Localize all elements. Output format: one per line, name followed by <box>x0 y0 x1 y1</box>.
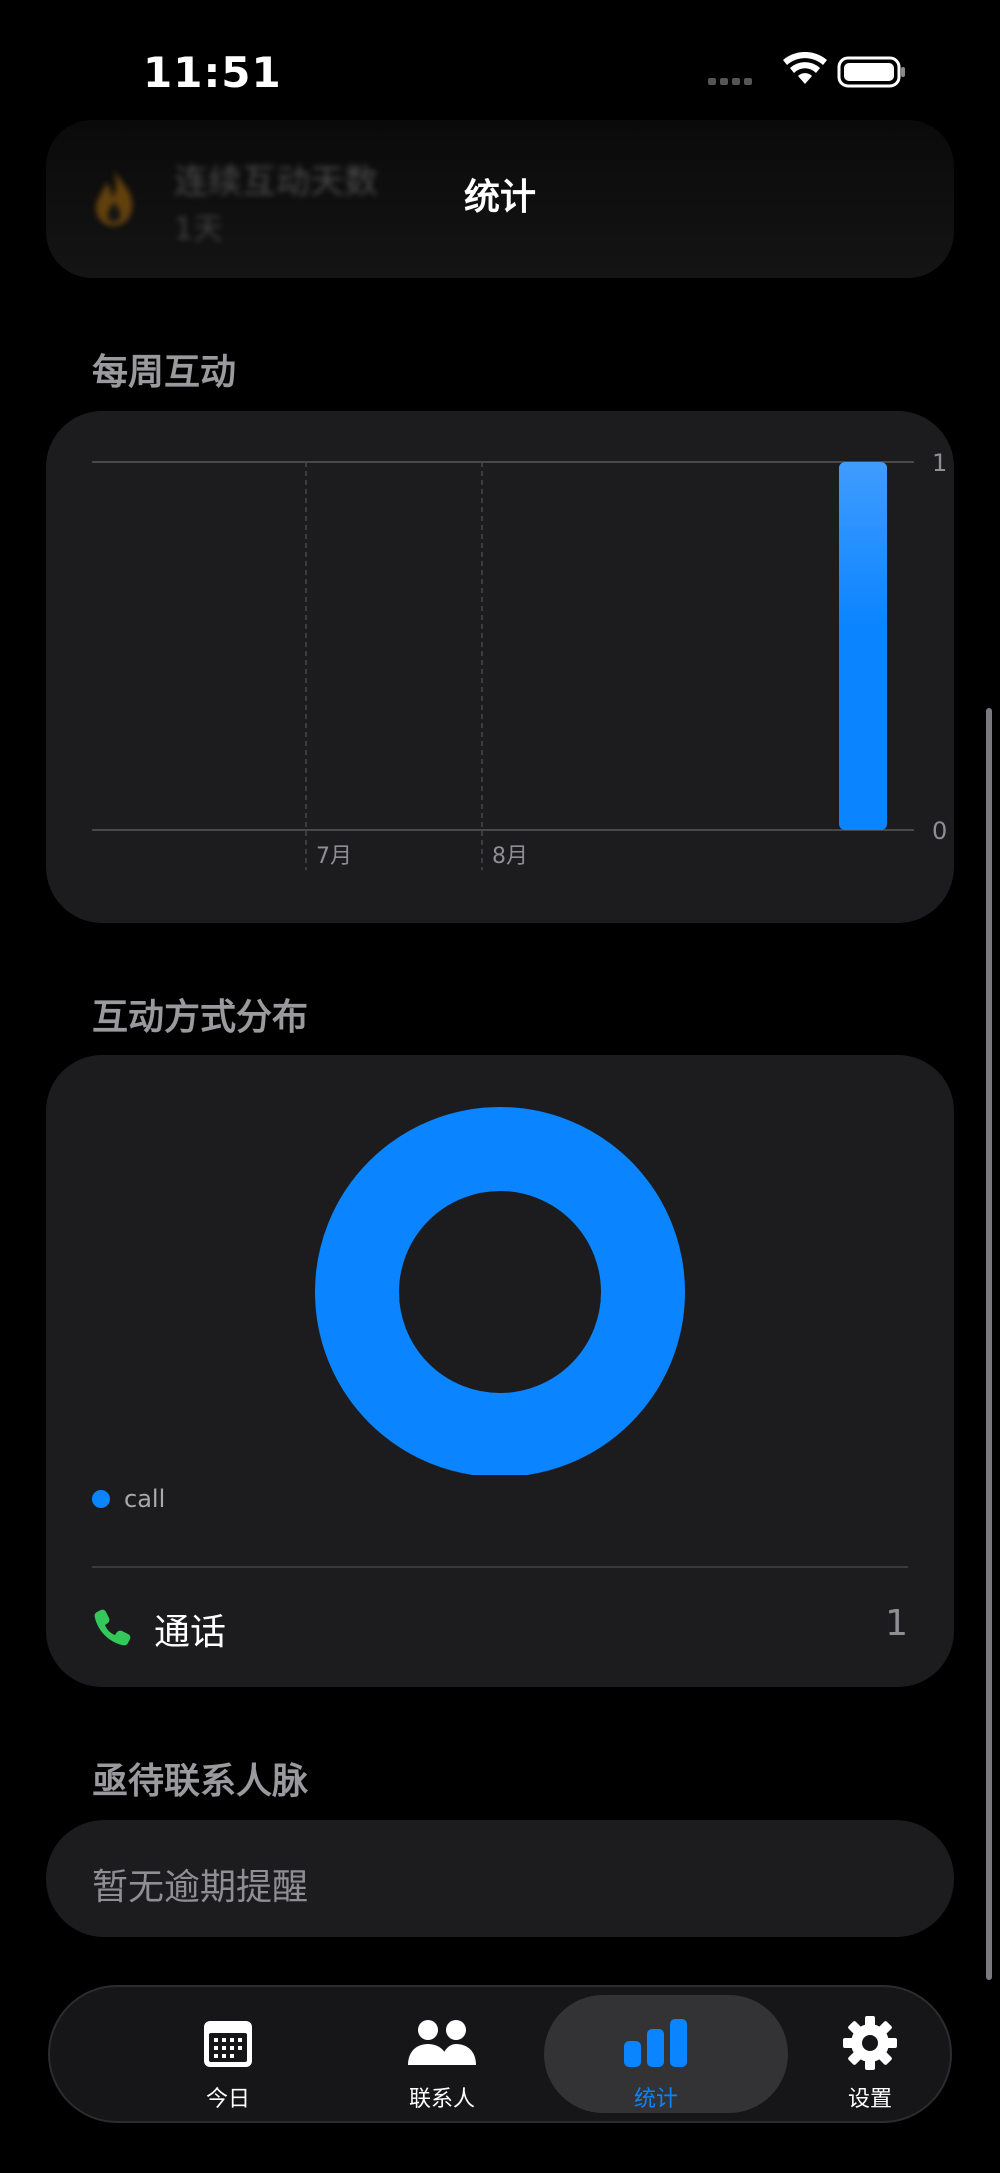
tab-stats[interactable]: 统计 <box>544 1987 788 2121</box>
page-title: 统计 <box>463 177 536 218</box>
interaction-type-count: 1 <box>885 1603 908 1644</box>
donut-slice <box>315 1107 685 1475</box>
tab-today-label: 今日 <box>205 2087 250 2112</box>
scrollbar[interactable] <box>986 708 992 1980</box>
chart-legend: call <box>92 1485 165 1513</box>
status-time: 11:51 <box>143 48 282 97</box>
legend-dot <box>92 1490 110 1508</box>
calendar-icon <box>204 2021 252 2067</box>
divider <box>92 1566 908 1568</box>
gear-icon <box>843 2016 897 2070</box>
overdue-section-title: 亟待联系人脉 <box>92 1761 309 1802</box>
tab-today[interactable]: 今日 <box>118 1987 338 2121</box>
wifi-icon <box>783 52 827 84</box>
overdue-card: 暂无逾期提醒 <box>46 1820 954 1937</box>
weekly-chart-card: 7月 8月 1 0 <box>46 411 954 923</box>
y-tick-label: 0 <box>932 817 947 845</box>
tab-settings-label: 设置 <box>847 2087 892 2112</box>
weekly-bar-chart: 7月 8月 1 0 <box>92 449 947 870</box>
cellular-signal-icon <box>708 78 752 85</box>
distribution-card: call 通话 1 <box>46 1055 954 1687</box>
tab-settings[interactable]: 设置 <box>760 1987 980 2121</box>
x-tick-label: 8月 <box>492 844 528 869</box>
legend-label: call <box>124 1485 166 1513</box>
bar <box>839 462 887 830</box>
tab-contacts[interactable]: 联系人 <box>332 1987 552 2121</box>
empty-state-text: 暂无逾期提醒 <box>92 1867 309 1908</box>
chart-icon <box>624 2019 687 2067</box>
interaction-type-label: 通话 <box>154 1612 227 1653</box>
status-bar: 11:51 <box>0 0 1000 140</box>
y-tick-label: 1 <box>932 449 947 477</box>
weekly-section-title: 每周互动 <box>92 352 237 393</box>
distribution-donut-chart <box>315 1107 685 1475</box>
distribution-section-title: 互动方式分布 <box>92 997 309 1038</box>
x-tick-label: 7月 <box>316 844 352 869</box>
phone-icon <box>94 1609 131 1646</box>
people-icon <box>408 2020 476 2065</box>
tab-stats-label: 统计 <box>633 2087 678 2112</box>
tab-contacts-label: 联系人 <box>408 2087 475 2112</box>
tab-bar: 今日 联系人 统计 设置 <box>48 1985 952 2123</box>
status-icons <box>708 52 905 88</box>
battery-icon <box>837 56 905 88</box>
